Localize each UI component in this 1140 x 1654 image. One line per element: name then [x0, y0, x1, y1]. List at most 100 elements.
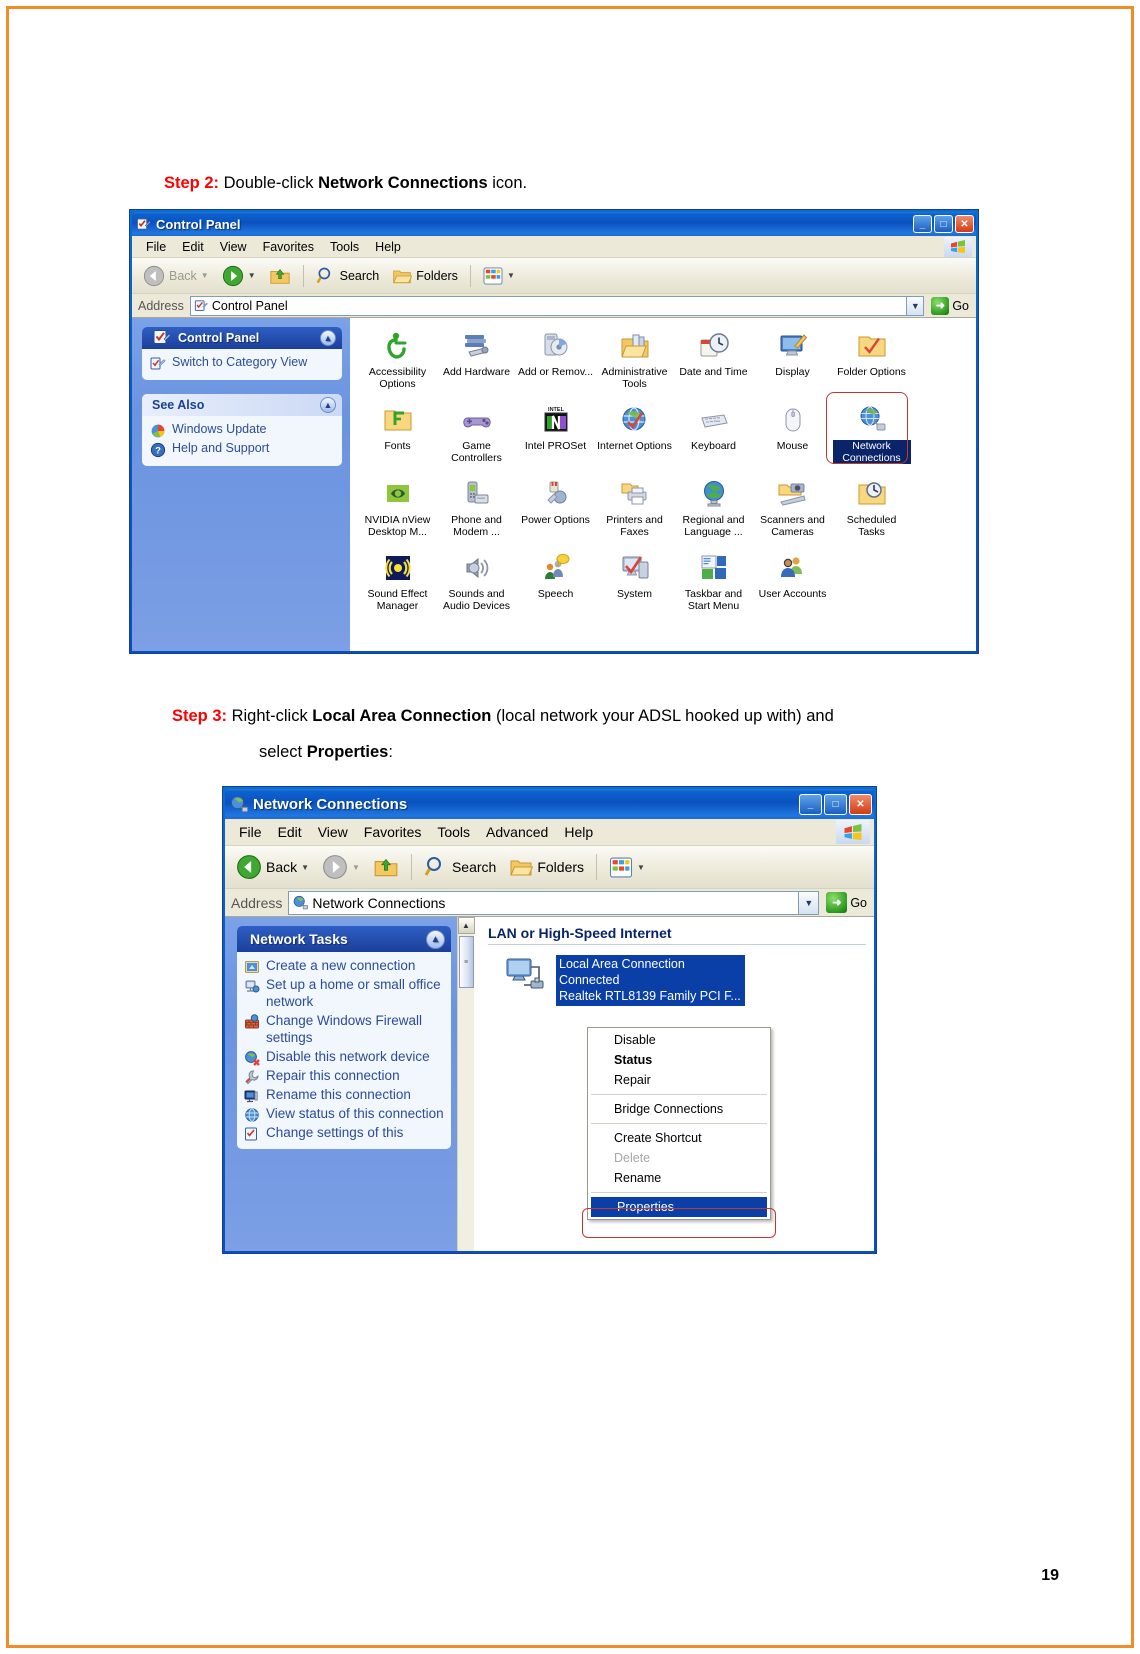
network-window-buttons[interactable]: _ □ ✕ — [799, 793, 872, 815]
minimize-button[interactable]: _ — [913, 215, 932, 233]
context-menu-item-disable[interactable]: Disable — [588, 1030, 770, 1050]
setup-home-network-link[interactable]: Set up a home or small office network — [244, 976, 446, 1012]
address-dropdown-icon[interactable]: ▼ — [906, 296, 924, 315]
icon-internet-options[interactable]: Internet Options — [595, 400, 674, 470]
folders-button[interactable]: Folders — [504, 853, 589, 881]
views-button[interactable]: ▼ — [604, 855, 650, 880]
menu-favorites[interactable]: Favorites — [356, 822, 430, 842]
icon-folder-options[interactable]: Folder Options — [832, 326, 911, 396]
menu-view[interactable]: View — [310, 822, 356, 842]
up-button[interactable] — [368, 852, 404, 882]
network-connections-window[interactable]: Network Connections _ □ ✕ File Edit View… — [222, 786, 877, 1254]
maximize-button[interactable]: □ — [934, 215, 953, 233]
icon-scanners-and-cameras[interactable]: Scanners and Cameras — [753, 474, 832, 544]
view-status-link[interactable]: View status of this connection — [244, 1105, 446, 1124]
back-button[interactable]: Back ▼ — [231, 852, 314, 882]
icon-network-connections[interactable]: Network Connections — [832, 400, 911, 470]
icon-sound-effect-manager[interactable]: Sound Effect Manager — [358, 548, 437, 618]
context-menu-item-repair[interactable]: Repair — [588, 1070, 770, 1090]
icon-phone-and-modem[interactable]: Phone and Modem ... — [437, 474, 516, 544]
taskpane-group-header[interactable]: Control Panel ▲ — [142, 327, 342, 349]
see-also-header[interactable]: See Also ▲ — [142, 394, 342, 416]
help-support-link[interactable]: ? Help and Support — [150, 440, 336, 459]
menu-help[interactable]: Help — [556, 822, 601, 842]
local-area-connection-item[interactable]: Local Area Connection Connected Realtek … — [488, 955, 874, 1006]
views-button[interactable]: ▼ — [478, 265, 520, 287]
control-panel-addressbar[interactable]: Address Control Panel ▼ ➜ Go — [132, 294, 976, 318]
switch-to-category-view-link[interactable]: Switch to Category View — [150, 354, 336, 373]
icon-add-remove-programs[interactable]: Add or Remov... — [516, 326, 595, 396]
scroll-thumb[interactable]: ≡ — [458, 936, 474, 988]
context-menu-item-properties[interactable]: Properties — [591, 1197, 767, 1217]
vertical-scrollbar[interactable]: ▲ ≡ — [457, 917, 475, 1251]
context-menu-item-rename[interactable]: Rename — [588, 1168, 770, 1188]
disable-network-device-link[interactable]: Disable this network device — [244, 1048, 446, 1067]
icon-speech[interactable]: Speech — [516, 548, 595, 618]
close-button[interactable]: ✕ — [849, 793, 872, 815]
maximize-button[interactable]: □ — [824, 793, 847, 815]
icon-date-and-time[interactable]: Date and Time — [674, 326, 753, 396]
icon-mouse[interactable]: Mouse — [753, 400, 832, 470]
control-panel-menubar[interactable]: File Edit View Favorites Tools Help — [132, 236, 976, 258]
scroll-up-button[interactable]: ▲ — [457, 917, 475, 934]
menu-view[interactable]: View — [212, 238, 255, 256]
context-menu-item-create-shortcut[interactable]: Create Shortcut — [588, 1128, 770, 1148]
icon-sounds-and-audio-devices[interactable]: Sounds and Audio Devices — [437, 548, 516, 618]
back-button[interactable]: Back ▼ — [138, 263, 214, 289]
back-caret-icon[interactable]: ▼ — [301, 863, 309, 872]
menu-edit[interactable]: Edit — [174, 238, 212, 256]
go-button[interactable]: ➜ Go — [924, 296, 976, 315]
chevron-up-icon[interactable]: ▲ — [426, 929, 445, 949]
icon-printers-and-faxes[interactable]: Printers and Faxes — [595, 474, 674, 544]
icon-power-options[interactable]: Power Options — [516, 474, 595, 544]
close-button[interactable]: ✕ — [955, 215, 974, 233]
menu-advanced[interactable]: Advanced — [478, 822, 556, 842]
menu-edit[interactable]: Edit — [270, 822, 310, 842]
change-firewall-settings-link[interactable]: Change Windows Firewall settings — [244, 1012, 446, 1048]
chevron-up-icon[interactable]: ▲ — [320, 330, 336, 346]
control-panel-window[interactable]: Control Panel _ □ ✕ File Edit View Favor… — [129, 209, 979, 654]
control-panel-window-buttons[interactable]: _ □ ✕ — [913, 215, 974, 233]
connection-context-menu[interactable]: Disable Status Repair Bridge Connections… — [587, 1027, 771, 1220]
windows-update-link[interactable]: Windows Update — [150, 421, 336, 440]
icon-system[interactable]: System — [595, 548, 674, 618]
icon-fonts[interactable]: Fonts — [358, 400, 437, 470]
views-caret-icon[interactable]: ▼ — [637, 863, 645, 872]
icon-regional-and-language[interactable]: Regional and Language ... — [674, 474, 753, 544]
menu-favorites[interactable]: Favorites — [255, 238, 322, 256]
icon-intel-proset[interactable]: INTEL Intel PROSet — [516, 400, 595, 470]
icon-accessibility-options[interactable]: Accessibility Options — [358, 326, 437, 396]
context-menu-item-status[interactable]: Status — [588, 1050, 770, 1070]
menu-tools[interactable]: Tools — [429, 822, 478, 842]
address-input[interactable]: Control Panel ▼ — [189, 295, 925, 316]
icon-taskbar-and-start-menu[interactable]: Taskbar and Start Menu — [674, 548, 753, 618]
menu-file[interactable]: File — [231, 822, 270, 842]
context-menu-item-bridge-connections[interactable]: Bridge Connections — [588, 1099, 770, 1119]
forward-button[interactable]: ▼ — [217, 263, 261, 289]
network-connections-menubar[interactable]: File Edit View Favorites Tools Advanced … — [225, 819, 874, 846]
menu-file[interactable]: File — [138, 238, 174, 256]
menu-help[interactable]: Help — [367, 238, 409, 256]
forward-caret-icon[interactable]: ▼ — [352, 863, 360, 872]
icon-user-accounts[interactable]: User Accounts — [753, 548, 832, 618]
up-button[interactable] — [264, 263, 296, 289]
go-button[interactable]: ➜ Go — [819, 892, 874, 913]
icon-nvidia-nview[interactable]: NVIDIA nView Desktop M... — [358, 474, 437, 544]
change-settings-link[interactable]: Change settings of this — [244, 1124, 446, 1143]
address-input[interactable]: Network Connections ▼ — [288, 890, 820, 915]
rename-connection-link[interactable]: Rename this connection — [244, 1086, 446, 1105]
icon-add-hardware[interactable]: Add Hardware — [437, 326, 516, 396]
minimize-button[interactable]: _ — [799, 793, 822, 815]
network-tasks-header[interactable]: Network Tasks ▲ — [237, 926, 451, 952]
create-new-connection-link[interactable]: Create a new connection — [244, 957, 446, 976]
icon-scheduled-tasks[interactable]: Scheduled Tasks — [832, 474, 911, 544]
search-button[interactable]: Search — [419, 853, 501, 881]
icon-display[interactable]: Display — [753, 326, 832, 396]
chevron-up-icon-2[interactable]: ▲ — [320, 397, 336, 413]
network-connections-titlebar[interactable]: Network Connections _ □ ✕ — [225, 789, 874, 819]
search-button[interactable]: Search — [311, 264, 385, 288]
folders-button[interactable]: Folders — [387, 264, 463, 288]
repair-connection-link[interactable]: Repair this connection — [244, 1067, 446, 1086]
icon-administrative-tools[interactable]: Administrative Tools — [595, 326, 674, 396]
control-panel-titlebar[interactable]: Control Panel _ □ ✕ — [132, 212, 976, 236]
